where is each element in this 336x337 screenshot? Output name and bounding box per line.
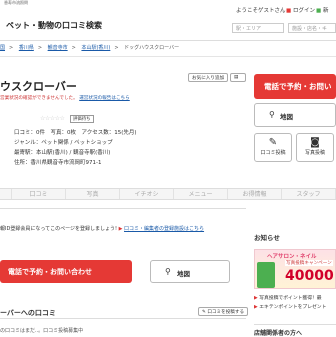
reviews-empty-note: の口コミはまだ..。口コミ投稿募集中 — [0, 328, 84, 334]
sidebar-news-item[interactable]: ▶ 写真投稿でポイント獲得！最 — [254, 294, 322, 301]
top-strip: 香寿市流照問 — [0, 0, 336, 5]
register-link[interactable]: ■ 新 — [316, 6, 328, 14]
tab-menu[interactable]: メニュー — [174, 189, 228, 199]
review-post-button[interactable]: ✎ 口コミ投稿 — [254, 133, 292, 162]
map-label-bottom: 地図 — [177, 270, 190, 278]
call-reserve-button-bottom[interactable]: 電話で予約・お問い合わせ — [0, 260, 132, 283]
status-note-text: 営業状況の確認ができませんでした。 — [0, 96, 78, 101]
breadcrumb-item[interactable]: 香川県 — [19, 45, 34, 51]
breadcrumb-item[interactable]: 本山駅(香川) — [81, 45, 110, 51]
member-notice-text: 報ID登録会員になってこのページを登録しましょう! — [0, 226, 117, 232]
favorite-button[interactable]: お気に入り追加 — [188, 73, 229, 82]
login-label: ログイン — [292, 8, 315, 14]
banner-subtitle: 写真投稿キャンペーン — [285, 260, 333, 266]
rating-stars: ☆☆☆☆☆ — [40, 115, 65, 122]
plus-icon: ■ — [316, 8, 322, 14]
comment-icon: ✎ — [268, 137, 278, 148]
pencil-icon: ✎ — [202, 310, 206, 315]
sidebar-news-item[interactable]: ▶ エキテンポイントをプレゼント — [254, 303, 326, 310]
sidebar-news-text: エキテンポイントをプレゼント — [259, 305, 327, 310]
member-notice: 報ID登録会員になってこのページを登録しましょう! ▶ 口コミ・編集者の登録施設… — [0, 225, 204, 232]
site-title[interactable]: ペット・動物の口コミ検索 — [6, 20, 102, 31]
tab-reviews[interactable]: 口コミ — [12, 189, 66, 199]
status-note: 営業状況の確認ができませんでした。 運営状況の報告はこちら — [0, 95, 130, 101]
map-button-bottom[interactable]: ⚲ 地図 — [150, 260, 230, 283]
share-button[interactable]: ▤ — [230, 73, 246, 82]
banner-title: ヘアサロン・ネイル — [267, 254, 317, 260]
genre-line: ジャンル：ペット関係 / ペットショップ — [14, 140, 113, 146]
tab-recommend[interactable]: イチオシ — [120, 189, 174, 199]
tab-bar: 口コミ 写真 イチオシ メニュー お得情報 スタッフ — [0, 188, 336, 200]
registered-facilities-link[interactable]: 口コミ・編集者の登録施設はこちら — [124, 226, 204, 232]
breadcrumb-item[interactable]: 国 — [0, 45, 5, 51]
stats-line: 口コミ：0件 写真：0枚 アクセス数：15(先月) — [14, 130, 137, 136]
breadcrumb: 国 > 香川県 > 観音寺市 > 本山駅(香川) > ドッグハウスクローバー — [0, 44, 336, 53]
photo-post-label: 写真投稿 — [304, 150, 325, 156]
welcome-text: ようこそゲストさん — [236, 8, 286, 14]
banner-amount: 40000 — [285, 268, 334, 284]
register-label: 新 — [322, 8, 329, 14]
header-divider — [0, 40, 336, 41]
tab-photos[interactable]: 写真 — [66, 189, 120, 199]
arrow-icon: ▶ — [118, 226, 123, 232]
person-icon: ■ — [286, 8, 292, 14]
map-pin-icon: ⚲ — [269, 110, 275, 119]
keyword-search-input[interactable]: 施設・店名・キ — [288, 23, 336, 33]
sidebar-news-text: 写真投稿でポイント獲得！最 — [259, 296, 322, 301]
breadcrumb-current: ドッグハウスクローバー — [124, 45, 180, 51]
map-label: 地図 — [280, 113, 293, 121]
breadcrumb-separator: > — [37, 45, 43, 51]
station-line: 最寄駅：本山駅(香川) / 観音寺駅(香川) — [14, 150, 111, 156]
tab-top[interactable] — [0, 189, 12, 199]
breadcrumb-separator: > — [114, 45, 119, 51]
tab-staff[interactable]: スタッフ — [282, 189, 336, 199]
store-owner-title: 店舗関係者の方へ — [254, 324, 336, 337]
review-post-label: 口コミ投稿 — [260, 150, 286, 156]
camera-icon: ◙ — [310, 137, 320, 148]
breadcrumb-item[interactable]: 観音寺市 — [48, 45, 68, 51]
page-title: ウスクローバー — [0, 80, 77, 93]
rating-badge: 評価待ち — [70, 115, 94, 123]
photo-post-button[interactable]: ◙ 写真投稿 — [296, 133, 334, 162]
post-review-label: 口コミを投稿する — [207, 310, 245, 315]
login-link[interactable]: ■ ログイン — [286, 6, 315, 14]
breadcrumb-separator: > — [71, 45, 76, 51]
call-reserve-label-bottom: 電話で予約・お問い合わせ — [8, 268, 92, 276]
share-icon: ▤ — [234, 75, 239, 80]
map-button[interactable]: ⚲ 地図 — [254, 103, 336, 127]
campaign-banner[interactable]: ヘアサロン・ネイル 写真投稿キャンペーン 40000 — [254, 249, 336, 289]
content-divider — [0, 208, 246, 209]
address-line: 住所：香川県観音寺市流岡町971-1 — [14, 160, 102, 166]
post-review-link[interactable]: ✎ 口コミを投稿する — [198, 307, 249, 316]
breadcrumb-divider — [0, 56, 336, 57]
status-report-link[interactable]: 運営状況の報告はこちら — [79, 96, 130, 101]
call-reserve-label: 電話で予約・お問い — [264, 82, 332, 91]
news-title: お知らせ — [254, 234, 280, 242]
arrow-icon: ▶ — [254, 305, 258, 310]
phone-illustration — [257, 262, 275, 288]
map-pin-icon: ⚲ — [165, 267, 171, 276]
area-search-input[interactable]: 駅・エリア — [232, 23, 284, 33]
breadcrumb-separator: > — [9, 45, 14, 51]
tab-deals[interactable]: お得情報 — [228, 189, 282, 199]
arrow-icon: ▶ — [254, 296, 258, 301]
call-reserve-button[interactable]: 電話で予約・お問い — [254, 74, 336, 99]
